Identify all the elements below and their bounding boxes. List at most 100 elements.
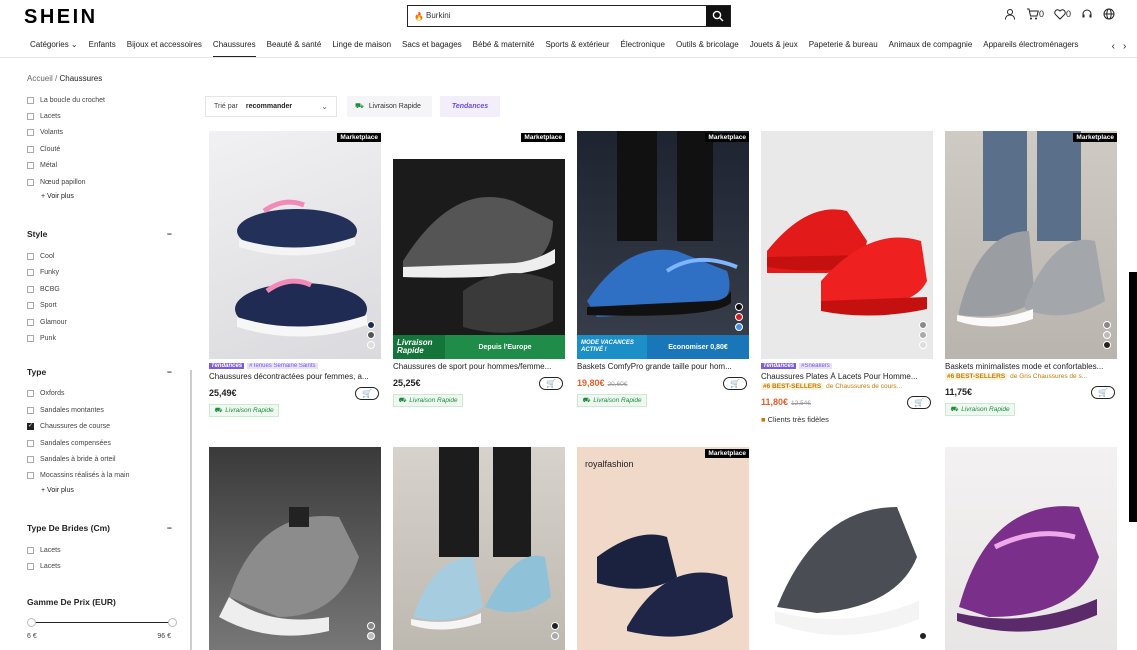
color-swatches[interactable] [1103,321,1111,349]
filter-option[interactable]: Volants [27,125,177,141]
add-to-cart-button[interactable]: 🛒 [907,395,931,409]
trends-filter[interactable]: Tendances [440,96,500,117]
side-feedback-tab[interactable] [1129,272,1137,522]
nav-item[interactable]: Papeterie & bureau [809,34,878,57]
globe-icon[interactable] [1103,8,1115,20]
price-slider[interactable] [27,617,177,629]
checkbox[interactable] [27,563,34,571]
nav-item[interactable]: Bijoux et accessoires [127,34,202,57]
checkbox[interactable] [27,253,34,261]
search-bar[interactable]: 🔥 Burkini [407,5,731,27]
checkbox[interactable] [27,96,34,104]
nav-item[interactable]: Appareils électroménagers [983,34,1078,57]
search-button[interactable] [706,6,730,26]
product-card[interactable]: Marketplace Tendances #Tenues Semaine Sai… [209,131,381,417]
filter-section-straps[interactable]: Type De Brides (Cm) − [27,521,172,535]
collapse-icon[interactable]: − [167,523,172,533]
product-name[interactable]: Chaussures Plates À Lacets Pour Homme... [761,372,933,381]
best-seller-row[interactable]: #6 BEST-SELLERS de Gris Chaussures de s..… [945,373,1117,380]
checkbox[interactable] [27,302,34,310]
filter-option[interactable]: Sandales montantes [27,402,177,418]
collapse-icon[interactable]: − [167,229,172,239]
cart-icon[interactable]: 0 [1026,8,1044,20]
filter-option[interactable]: Funky [27,265,177,281]
checkbox[interactable] [27,455,34,463]
product-card[interactable]: Marketplace Livraison Rapide Depuis l'Eu… [393,131,565,407]
product-image[interactable] [761,131,933,359]
product-image[interactable] [945,447,1117,650]
add-to-cart-button[interactable]: 🛒 [355,386,379,400]
breadcrumb-home[interactable]: Accueil [27,74,53,83]
product-card[interactable] [761,447,933,650]
filter-option[interactable]: Métal [27,158,177,174]
add-to-cart-button[interactable]: 🛒 [723,376,747,390]
filter-section-type[interactable]: Type − [27,365,172,379]
add-to-cart-button[interactable]: 🛒 [539,376,563,390]
checkbox[interactable] [27,472,34,480]
checkbox[interactable] [27,145,34,153]
nav-item[interactable]: Électronique [621,34,665,57]
product-card[interactable]: royalfashion Marketplace [577,447,749,650]
filter-option[interactable]: Sandales compensées [27,435,177,451]
filter-option-selected[interactable]: ✓ Chaussures de course [27,418,177,434]
see-more-link[interactable]: + Voir plus [27,484,177,498]
nav-item[interactable]: Enfants [89,34,116,57]
color-swatches[interactable] [367,321,375,349]
product-card[interactable]: Marketplace MODE VACANCES ACTIVÉ ! Econo… [577,131,749,407]
product-image[interactable] [761,447,933,650]
shein-logo[interactable]: SHEIN [24,6,98,29]
checkbox[interactable] [27,178,34,186]
nav-item[interactable]: Sacs et bagages [402,34,462,57]
product-card[interactable] [209,447,381,650]
product-name[interactable]: Chaussures de sport pour hommes/femme... [393,362,565,371]
nav-item-active[interactable]: Chaussures [212,34,256,57]
filter-option[interactable]: Sport [27,298,177,314]
product-card[interactable]: Tendances #Sneakers Chaussures Plates À L… [761,131,933,424]
sort-dropdown[interactable]: Trié par recommander ⌄ [205,96,337,117]
checkbox-checked[interactable]: ✓ [27,423,34,431]
checkbox[interactable] [27,546,34,554]
product-name[interactable]: Baskets ComfyPro grande taille pour hom.… [577,362,749,371]
filter-option[interactable]: Cool [27,248,177,264]
color-swatches[interactable] [735,303,743,331]
product-image[interactable]: Marketplace Livraison Rapide Depuis l'Eu… [393,131,565,359]
filter-option[interactable]: Sandales à bride à orteil [27,451,177,467]
nav-item[interactable]: Animaux de compagnie [889,34,973,57]
nav-item[interactable]: Outils & bricolage [676,34,739,57]
checkbox[interactable] [27,334,34,342]
filter-option[interactable]: Nœud papillon [27,174,177,190]
checkbox[interactable] [27,113,34,121]
sidebar-scrollbar[interactable] [190,370,192,650]
account-icon[interactable] [1004,8,1016,20]
checkbox[interactable] [27,318,34,326]
chevron-left-icon[interactable]: ‹ [1112,41,1115,52]
product-image[interactable]: Marketplace [945,131,1117,359]
nav-item[interactable]: Linge de maison [332,34,391,57]
wishlist-icon[interactable]: 0 [1054,8,1071,20]
color-swatches[interactable] [919,321,927,349]
nav-item[interactable]: Jouets & jeux [750,34,798,57]
product-image[interactable] [393,447,565,650]
nav-item[interactable]: Sports & extérieur [545,34,609,57]
filter-option[interactable]: Glamour [27,314,177,330]
product-card[interactable]: Marketplace Baskets minimalistes mode et… [945,131,1117,416]
product-card[interactable] [945,447,1117,650]
color-swatches[interactable] [919,632,927,640]
slider-min-handle[interactable] [27,617,36,627]
filter-option[interactable]: Lacets [27,558,177,574]
search-input[interactable]: Burkini [426,6,706,26]
product-name[interactable]: Chaussures décontractées pour femmes, a.… [209,372,381,381]
checkbox[interactable] [27,439,34,447]
filter-option[interactable]: La boucle du crochet [27,92,177,108]
product-name[interactable]: Baskets minimalistes mode et confortable… [945,362,1117,371]
checkbox[interactable] [27,162,34,170]
filter-option[interactable]: BCBG [27,281,177,297]
add-to-cart-button[interactable]: 🛒 [1091,385,1115,399]
filter-option[interactable]: Mocassins réalisés à la main [27,468,177,484]
product-image[interactable]: Marketplace [209,131,381,359]
nav-item[interactable]: Beauté & santé [267,34,322,57]
color-swatches[interactable] [367,622,375,640]
nav-item-categories[interactable]: Catégories ⌄ [30,34,78,57]
filter-option[interactable]: Lacets [27,542,177,558]
best-seller-row[interactable]: #6 BEST-SELLERS de Chaussures de cours... [761,383,933,390]
